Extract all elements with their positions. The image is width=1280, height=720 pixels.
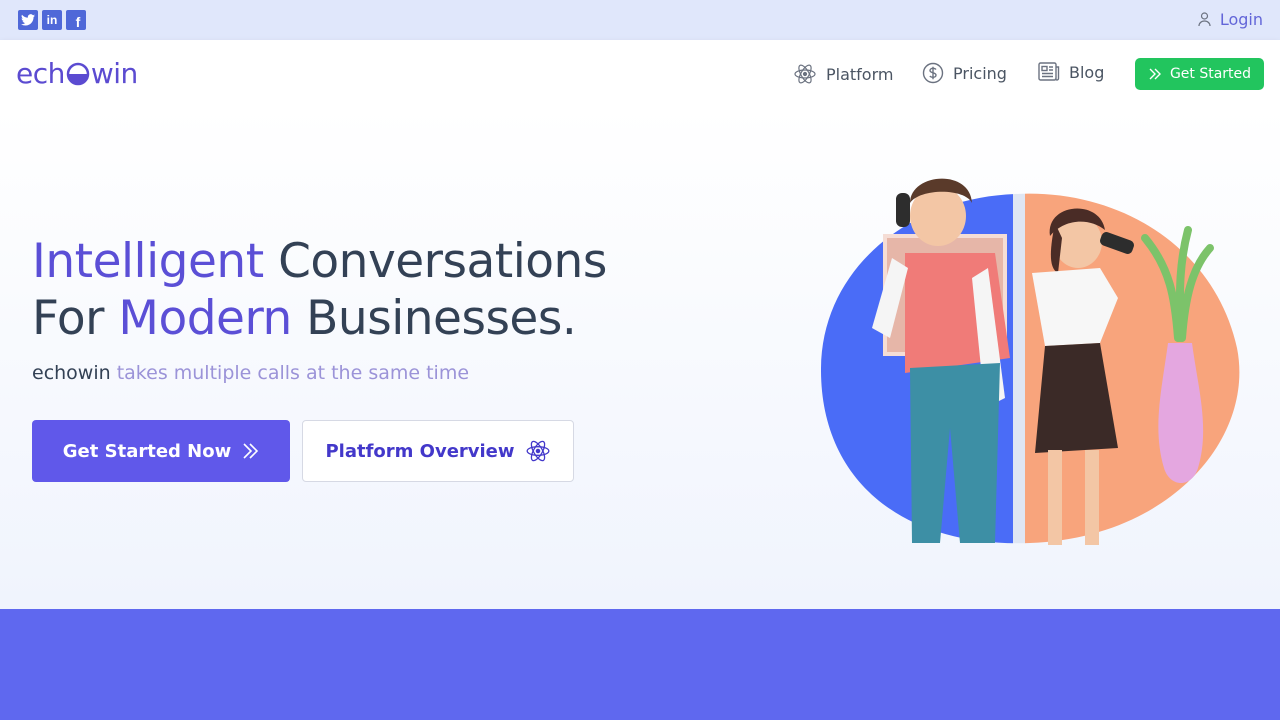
get-started-label: Get Started [1169,66,1252,82]
nav-label-pricing: Pricing [953,63,1007,83]
linkedin-icon[interactable]: in [42,10,62,30]
login-label: Login [1219,10,1263,29]
nav-label-platform: Platform [826,64,894,84]
dollar-icon [922,62,944,84]
twitter-icon[interactable] [18,10,38,30]
login-link[interactable]: Login [1198,10,1263,29]
hero-section: Intelligent Conversations For Modern Bus… [0,108,1280,609]
nav-item-blog[interactable]: Blog [1038,62,1104,82]
hero-subline: echowin takes multiple calls at the same… [32,362,469,384]
subline-text: takes multiple calls at the same time [110,362,470,384]
headline-accent-2: Modern [118,291,292,346]
get-started-button[interactable]: Get Started [1135,58,1264,90]
headline-accent-1: Intelligent [32,234,264,289]
get-started-now-button[interactable]: Get Started Now [32,420,290,482]
facebook-icon[interactable]: f [66,10,86,30]
logo-mark [66,62,90,85]
user-icon [1198,12,1211,27]
nav-label-blog: Blog [1069,62,1105,82]
logo-text-right: win [90,57,138,90]
hero-illustration [820,178,1240,545]
logo[interactable]: ech win [16,57,138,90]
double-chevron-right-icon [243,443,259,459]
hero-headline: Intelligent Conversations For Modern Bus… [32,233,607,347]
subline-brand: echowin [32,362,111,384]
headline-text-3: Businesses. [291,291,577,346]
social-links: in f [18,10,86,30]
nav-item-platform[interactable]: Platform [793,62,893,86]
headline-text-2: For [32,291,119,346]
atom-icon [794,64,816,84]
newspaper-icon [1038,62,1060,81]
atom-icon [526,440,550,462]
get-started-now-label: Get Started Now [62,440,232,462]
logo-text-left: ech [16,57,65,90]
platform-overview-label: Platform Overview [325,440,515,462]
top-bar: in f Login [0,0,1280,40]
features-band [0,609,1280,720]
headline-text-1: Conversations [263,234,607,289]
main-nav: ech win Platform Pricing Blog Get Starte… [0,40,1280,108]
platform-overview-button[interactable]: Platform Overview [302,420,574,482]
nav-item-pricing[interactable]: Pricing [922,62,1007,84]
double-chevron-right-icon [1149,68,1161,80]
